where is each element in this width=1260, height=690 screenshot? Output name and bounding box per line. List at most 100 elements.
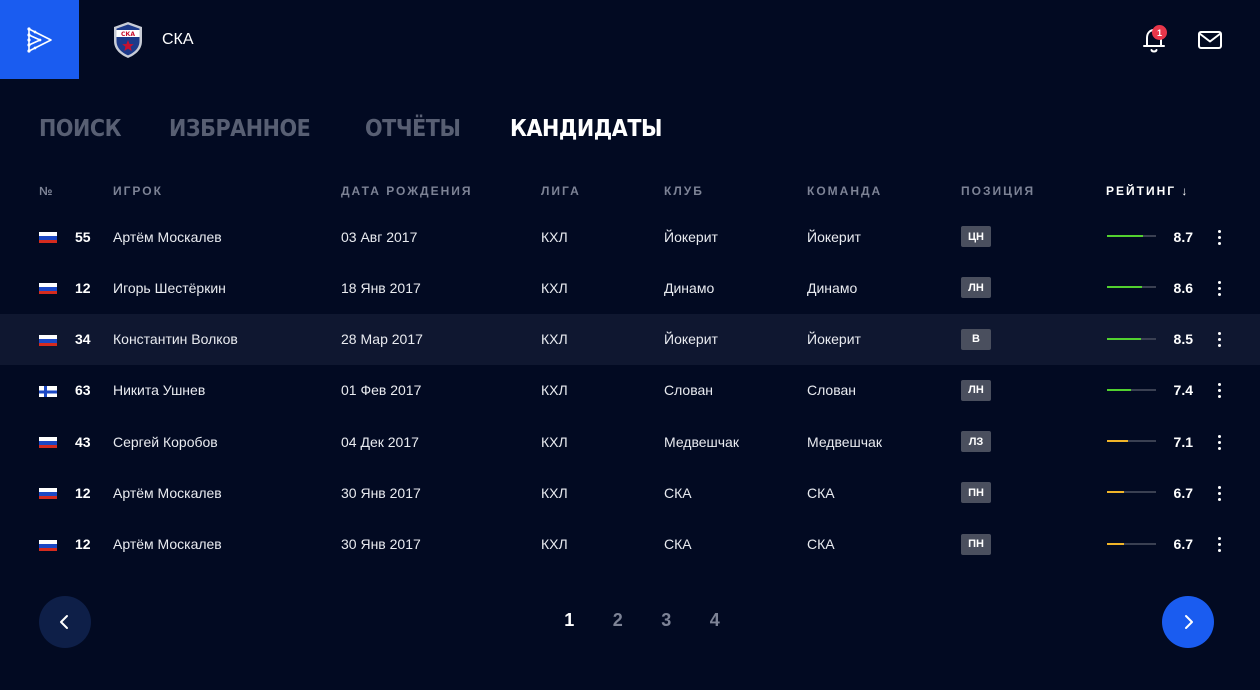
table-row[interactable]: 63 Никита Ушнев 01 Фев 2017 КХЛ Слован Слован… — [0, 365, 1260, 416]
player-rating: 8.6 — [1173, 279, 1193, 296]
player-club: Медвешчак — [664, 433, 739, 450]
kebab-dot — [1217, 549, 1221, 553]
table-header: № ИГРОК ДАТА РОЖДЕНИЯ ЛИГА КЛУБ КОМАНДА … — [0, 184, 1260, 204]
player-birth-date: 28 Мар 2017 — [341, 331, 423, 348]
player-birth-date: 04 Дек 2017 — [341, 433, 419, 450]
flag-fi-icon — [39, 385, 57, 397]
player-league: КХЛ — [541, 228, 568, 245]
player-rating: 7.4 — [1173, 382, 1193, 399]
player-team: Йокерит — [807, 331, 861, 348]
position-badge: ПН — [961, 482, 991, 504]
row-menu-button[interactable] — [1212, 278, 1226, 298]
player-rating: 8.5 — [1173, 331, 1193, 348]
tab-reports[interactable]: ОТЧЁТЫ — [365, 116, 461, 142]
player-rating: 6.7 — [1173, 484, 1193, 501]
section-tabs: ПОИСК ИЗБРАННОЕ ОТЧЁТЫ КАНДИДАТЫ — [39, 116, 679, 142]
player-birth-date: 18 Янв 2017 — [341, 279, 421, 296]
rating-bar-fill — [1107, 337, 1142, 340]
page-4[interactable]: 4 — [691, 610, 740, 631]
chevron-right-icon — [1185, 615, 1193, 629]
prev-page-button[interactable] — [39, 596, 91, 648]
player-flag — [39, 436, 57, 449]
table-row[interactable]: 12 Артём Москалев 30 Янв 2017 КХЛ СКА СКА ПН 6.… — [0, 467, 1260, 518]
page-1[interactable]: 1 — [545, 610, 594, 631]
rating-bar-fill — [1107, 542, 1124, 545]
table-row[interactable]: 43 Сергей Коробов 04 Дек 2017 КХЛ Медвешчак М… — [0, 416, 1260, 467]
row-menu-button[interactable] — [1212, 483, 1226, 503]
column-rating-sort[interactable]: РЕЙТИНГ ↓ — [1106, 184, 1189, 198]
rating-bar-fill — [1107, 286, 1143, 289]
player-flag — [39, 334, 57, 346]
tab-favorites[interactable]: ИЗБРАННОЕ — [169, 116, 311, 142]
player-league: КХЛ — [541, 331, 568, 348]
pagination: 1234 — [545, 610, 739, 631]
page-3[interactable]: 3 — [642, 610, 691, 631]
flag-ru-icon — [39, 283, 57, 295]
svg-text:СКА: СКА — [121, 31, 135, 38]
player-league: КХЛ — [541, 279, 568, 296]
kebab-menu-icon — [1217, 434, 1221, 438]
row-menu-button[interactable] — [1212, 330, 1226, 350]
rating-bar — [1107, 286, 1156, 289]
kebab-menu-icon — [1217, 537, 1221, 541]
messages-button[interactable] — [1196, 28, 1224, 52]
tab-candidates[interactable]: КАНДИДАТЫ — [510, 116, 662, 142]
player-name[interactable]: Игорь Шестёркин — [113, 262, 226, 313]
flag-ru-icon — [39, 488, 57, 500]
player-club: Йокерит — [664, 228, 718, 245]
table-row[interactable]: 34 Константин Волков 28 Мар 2017 КХЛ Йокерит… — [0, 313, 1260, 365]
player-club: Слован — [664, 382, 714, 399]
player-flag — [39, 282, 57, 295]
player-name[interactable]: Артём Москалев — [113, 519, 222, 570]
kebab-menu-icon — [1217, 280, 1221, 284]
candidates-table: 55 Артём Москалев 03 Авг 2017 КХЛ Йокерит Йок… — [0, 211, 1260, 570]
player-team: СКА — [807, 484, 835, 501]
row-menu-button[interactable] — [1212, 535, 1226, 555]
next-page-button[interactable] — [1162, 596, 1214, 648]
row-menu-button[interactable] — [1212, 227, 1226, 247]
table-row[interactable]: 12 Артём Москалев 30 Янв 2017 КХЛ СКА СКА ПН 6.… — [0, 519, 1260, 570]
player-name[interactable]: Артём Москалев — [113, 211, 222, 262]
column-player: ИГРОК — [113, 184, 163, 198]
table-row[interactable]: 12 Игорь Шестёркин 18 Янв 2017 КХЛ Динамо Дин… — [0, 262, 1260, 313]
column-position: ПОЗИЦИЯ — [961, 184, 1036, 198]
kebab-dot — [1217, 235, 1221, 239]
player-flag — [39, 231, 57, 243]
kebab-dot — [1217, 440, 1221, 444]
flag-ru-icon — [39, 334, 57, 346]
player-name[interactable]: Константин Волков — [113, 314, 238, 365]
player-team: СКА — [807, 536, 835, 553]
rating-bar — [1107, 337, 1156, 340]
club-selector[interactable]: СКА СКА — [112, 20, 194, 60]
tab-search[interactable]: ПОИСК — [39, 116, 122, 142]
row-menu-button[interactable] — [1212, 432, 1226, 452]
kebab-menu-icon — [1217, 383, 1221, 387]
top-bar: СКА СКА 1 — [0, 0, 1260, 79]
column-league: ЛИГА — [541, 184, 581, 198]
player-number: 12 — [75, 536, 91, 553]
position-badge: ЛН — [961, 277, 991, 299]
column-number: № — [39, 184, 55, 198]
page-2[interactable]: 2 — [594, 610, 643, 631]
flag-ru-icon — [39, 232, 57, 243]
player-name[interactable]: Артём Москалев — [113, 467, 222, 518]
position-badge: ПН — [961, 533, 991, 555]
player-name[interactable]: Никита Ушнев — [113, 365, 205, 416]
kebab-dot — [1217, 395, 1221, 399]
player-name[interactable]: Сергей Коробов — [113, 416, 218, 467]
player-number: 55 — [75, 228, 91, 245]
notifications-badge: 1 — [1152, 25, 1167, 40]
app-logo[interactable] — [0, 0, 79, 79]
rating-bar — [1107, 235, 1156, 237]
kebab-dot — [1217, 446, 1221, 450]
kebab-dot — [1217, 389, 1221, 393]
position-badge: ЛЗ — [961, 431, 991, 453]
row-menu-button[interactable] — [1212, 381, 1226, 401]
kebab-menu-icon — [1217, 229, 1221, 233]
kebab-dot — [1217, 338, 1221, 342]
player-club: СКА — [664, 536, 692, 553]
player-club: Динамо — [664, 279, 715, 296]
player-number: 12 — [75, 484, 91, 501]
rating-bar — [1107, 388, 1156, 391]
table-row[interactable]: 55 Артём Москалев 03 Авг 2017 КХЛ Йокерит Йок… — [0, 211, 1260, 262]
